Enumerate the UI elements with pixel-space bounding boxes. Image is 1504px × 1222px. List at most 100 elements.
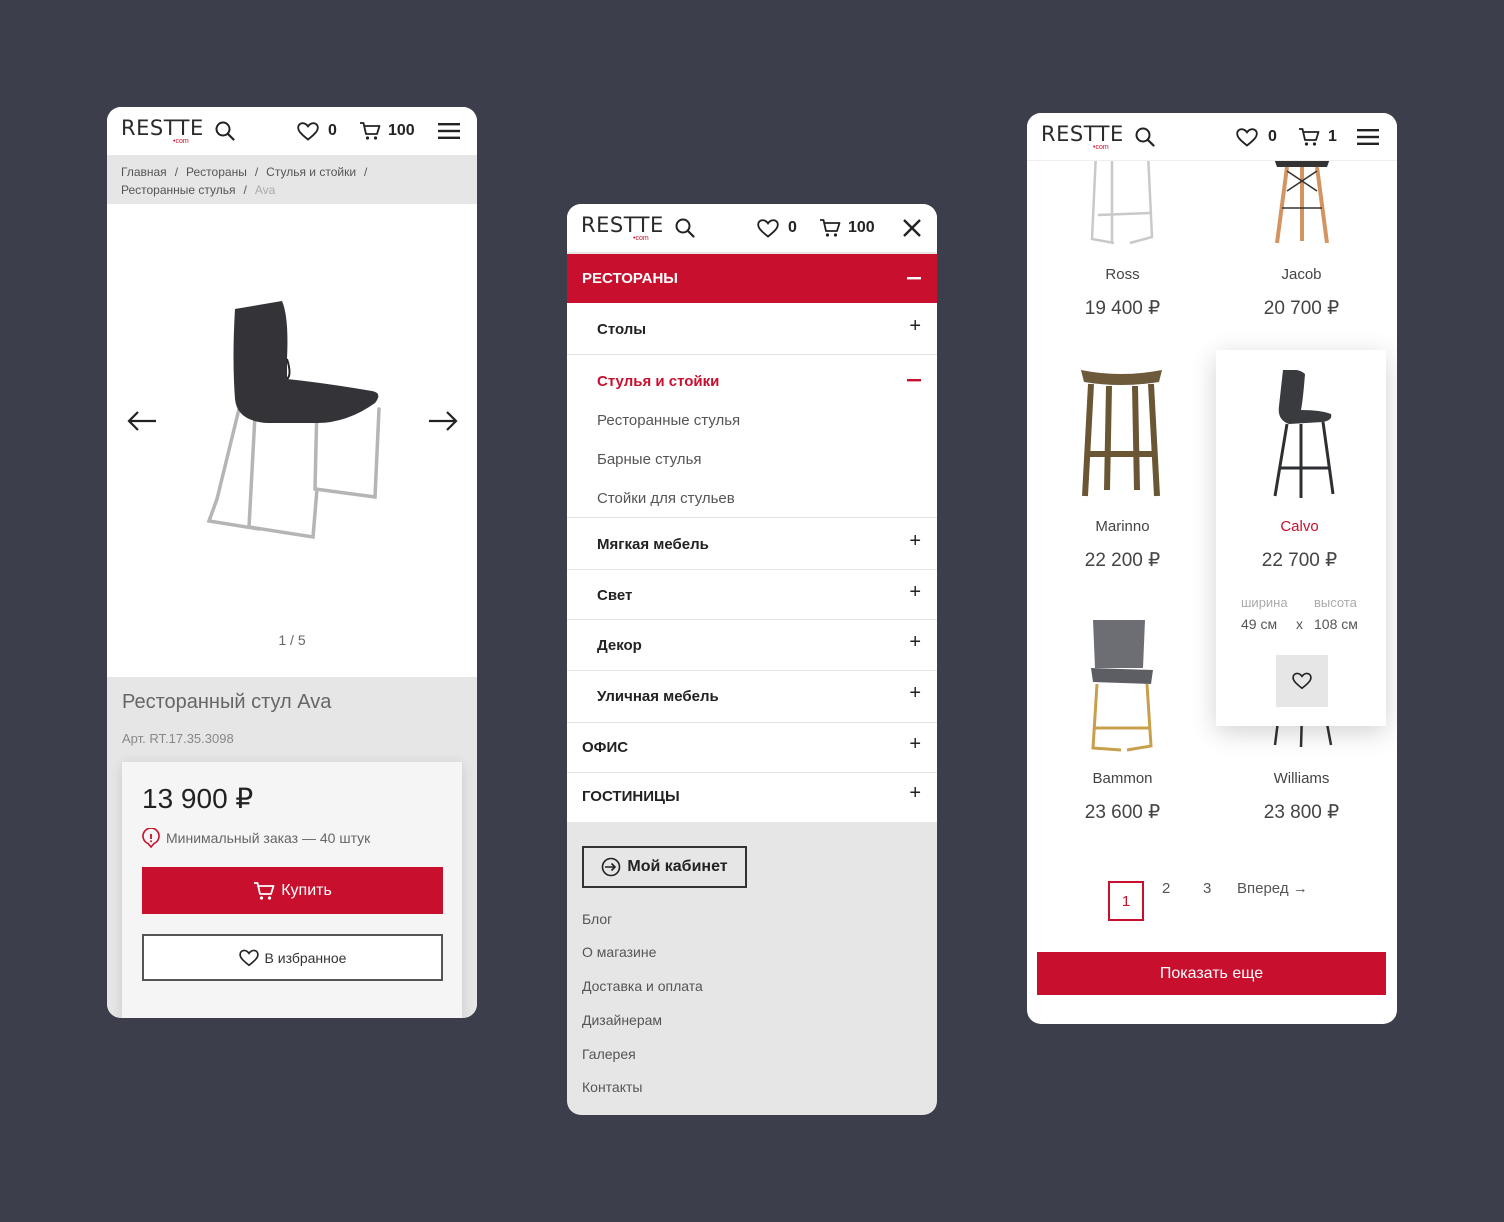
- breadcrumb: Главная / Рестораны / Стулья и стойки / Рестор…: [107, 155, 477, 204]
- width-value: 49 см: [1241, 616, 1278, 632]
- menu-item-decor[interactable]: Декор +: [567, 620, 937, 671]
- my-account-button[interactable]: Мой кабинет: [582, 846, 747, 888]
- collapse-icon[interactable]: [907, 379, 921, 382]
- add-to-favorites-button[interactable]: [1276, 655, 1328, 707]
- arrow-left-icon[interactable]: [126, 410, 158, 432]
- cart-icon: [254, 881, 275, 900]
- menu-item-tables[interactable]: Столы +: [567, 303, 937, 355]
- product-gallery: 1 / 5: [107, 204, 477, 677]
- product-title: Ресторанный стул Ava: [122, 691, 332, 713]
- login-icon: [602, 857, 621, 877]
- buy-button[interactable]: Купить: [142, 867, 443, 914]
- product-name[interactable]: Jacob: [1212, 266, 1391, 283]
- product-price: 22 200 ₽: [1084, 550, 1161, 571]
- footer-link[interactable]: Доставка и оплата: [582, 978, 703, 994]
- page-link[interactable]: 3: [1203, 880, 1211, 897]
- submenu-item[interactable]: Ресторанные стулья: [597, 412, 740, 429]
- expand-icon[interactable]: +: [909, 733, 921, 756]
- add-to-favorites-button[interactable]: В избранное: [142, 934, 443, 981]
- product-price: 23 800 ₽: [1263, 802, 1340, 823]
- favorites-count: 0: [328, 122, 337, 139]
- product-name[interactable]: Calvo: [1210, 518, 1389, 535]
- logo[interactable]: RESTTE •com: [581, 214, 663, 244]
- info-pin-icon: [142, 828, 160, 848]
- collapse-icon[interactable]: [907, 277, 921, 280]
- product-name[interactable]: Bammon: [1033, 770, 1212, 787]
- show-more-button[interactable]: Показать еще: [1037, 952, 1386, 995]
- footer-link[interactable]: О магазине: [582, 944, 656, 960]
- cart-icon[interactable]: [819, 218, 841, 238]
- times-sign: x: [1296, 616, 1303, 632]
- breadcrumb-current: Ava: [254, 183, 276, 197]
- cart-icon[interactable]: [359, 121, 381, 141]
- heart-icon[interactable]: [297, 122, 319, 141]
- product-name[interactable]: Williams: [1212, 770, 1391, 787]
- submenu-item[interactable]: Барные стулья: [597, 451, 702, 468]
- product-price: 19 400 ₽: [1084, 298, 1161, 319]
- expand-icon[interactable]: +: [909, 631, 921, 654]
- heart-icon: [238, 949, 259, 966]
- product-info: Ресторанный стул Ava Арт. RT.17.35.3098 …: [107, 677, 477, 1018]
- header: RESTTE •com 0 100: [107, 107, 477, 155]
- cart-icon[interactable]: [1298, 127, 1320, 147]
- heart-icon[interactable]: [757, 219, 779, 238]
- product-price: 20 700 ₽: [1263, 298, 1340, 319]
- catalog-screen: Ross 19 400 ₽ Jacob 20 700 ₽ Marinno 22 …: [1027, 113, 1397, 1024]
- menu-item-light[interactable]: Свет +: [567, 570, 937, 620]
- expand-icon[interactable]: +: [909, 581, 921, 604]
- logo[interactable]: RESTTE •com: [121, 117, 203, 147]
- menu-item-chairs[interactable]: Стулья и стойки Ресторанные стулья Барны…: [567, 355, 937, 518]
- product-image-ross: [1090, 153, 1154, 245]
- product-price: 22 700 ₽: [1261, 550, 1338, 571]
- footer-link[interactable]: Контакты: [582, 1079, 642, 1095]
- product-image-marinno: [1081, 370, 1162, 497]
- close-icon[interactable]: [903, 219, 921, 237]
- search-icon[interactable]: [1135, 127, 1155, 147]
- arrow-right-icon[interactable]: [427, 410, 459, 432]
- footer-link[interactable]: Дизайнерам: [582, 1012, 662, 1028]
- menu-icon[interactable]: [1357, 129, 1379, 145]
- footer-link[interactable]: Галерея: [582, 1046, 636, 1062]
- breadcrumb-item[interactable]: Стулья и стойки: [266, 165, 356, 179]
- menu-icon[interactable]: [438, 123, 460, 139]
- expand-icon[interactable]: +: [909, 315, 921, 338]
- price-card: 13 900 ₽ Минимальный заказ — 40 штук Куп…: [122, 762, 462, 1018]
- menu-item-outdoor[interactable]: Уличная мебель +: [567, 671, 937, 723]
- cart-count: 100: [848, 219, 875, 236]
- expand-icon[interactable]: +: [909, 530, 921, 553]
- product-name[interactable]: Ross: [1033, 266, 1212, 283]
- chair-image: [206, 301, 381, 540]
- expand-icon[interactable]: +: [909, 682, 921, 705]
- menu-section-restaurants[interactable]: РЕСТОРАНЫ: [567, 254, 937, 303]
- expand-icon[interactable]: +: [909, 782, 921, 805]
- product-image-jacob: [1272, 153, 1332, 244]
- product-name[interactable]: Marinno: [1033, 518, 1212, 535]
- menu-section-hotels[interactable]: ГОСТИНИЦЫ +: [567, 773, 937, 822]
- search-icon[interactable]: [215, 121, 235, 141]
- header: RESTTE •com 0 100: [567, 204, 937, 252]
- height-value: 108 см: [1314, 616, 1358, 632]
- min-order-note: Минимальный заказ — 40 штук: [142, 828, 370, 848]
- cart-count: 100: [388, 122, 415, 139]
- favorites-button-label: В избранное: [264, 949, 347, 966]
- breadcrumb-item[interactable]: Ресторанные стулья: [121, 183, 236, 197]
- buy-button-label: Купить: [281, 881, 332, 899]
- page-current[interactable]: 1: [1108, 881, 1144, 921]
- min-order-text: Минимальный заказ — 40 штук: [166, 830, 371, 846]
- breadcrumb-item[interactable]: Рестораны: [186, 165, 247, 179]
- menu-section-office[interactable]: ОФИС +: [567, 723, 937, 773]
- heart-icon[interactable]: [1236, 128, 1258, 147]
- breadcrumb-item[interactable]: Главная: [121, 165, 167, 179]
- product-price: 13 900 ₽: [142, 783, 254, 814]
- next-page-link[interactable]: Вперед →: [1237, 880, 1308, 897]
- product-image-calvo: [1273, 370, 1335, 498]
- footer-link[interactable]: Блог: [582, 911, 612, 927]
- search-icon[interactable]: [675, 218, 695, 238]
- product-card-hovered[interactable]: Calvo 22 700 ₽ ширина высота 49 см x 108…: [1216, 350, 1386, 726]
- menu-item-soft-furniture[interactable]: Мягкая мебель +: [567, 518, 937, 570]
- submenu-item[interactable]: Стойки для стульев: [597, 490, 735, 507]
- height-label: высота: [1314, 595, 1357, 610]
- page-link[interactable]: 2: [1162, 880, 1170, 897]
- logo[interactable]: RESTTE •com: [1041, 123, 1123, 153]
- heart-icon: [1292, 672, 1312, 690]
